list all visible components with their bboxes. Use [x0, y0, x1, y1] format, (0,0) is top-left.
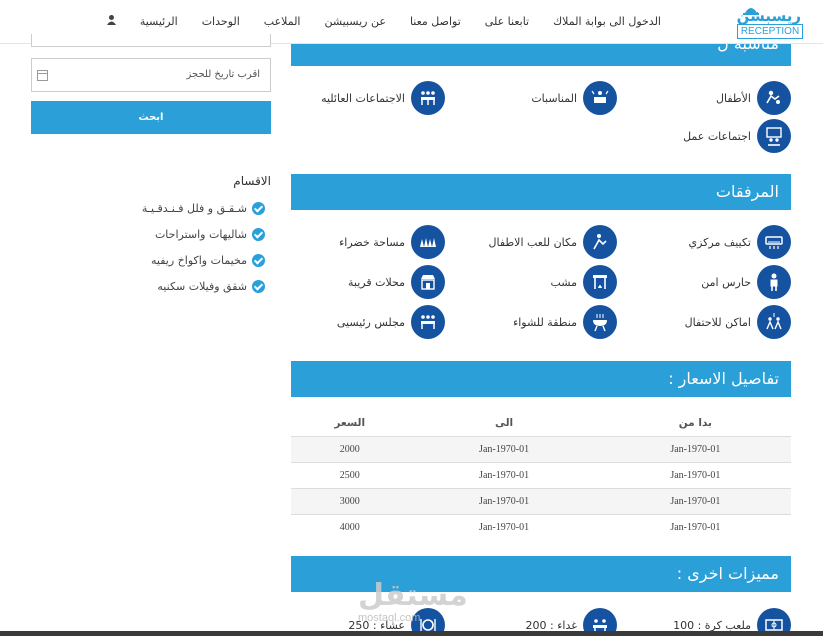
shop-icon: [411, 265, 445, 299]
suitable-header: مناسبة ل: [291, 44, 791, 66]
col-to: الى: [494, 416, 514, 429]
facility-party: اماكن للاحتفال: [685, 305, 791, 339]
table-row: 01-Jan-1970 01-Jan-1970 3000: [291, 487, 791, 514]
previous-field[interactable]: [31, 34, 271, 47]
category-item-camps[interactable]: مخيمات واكواخ ريفيه: [151, 254, 265, 267]
table-row: 01-Jan-1970 01-Jan-1970 4000: [291, 513, 791, 540]
seating-icon: [411, 305, 445, 339]
check-icon: [252, 280, 265, 293]
logo-arabic: ريسبشن: [736, 7, 801, 25]
taskbar-strip: [0, 631, 823, 636]
suitable-title: مناسبة ل: [717, 44, 779, 53]
suitable-item-business: اجتماعات عمل: [683, 119, 791, 153]
booking-date-field[interactable]: اقرب تاريخ للحجز: [31, 58, 271, 92]
watermark-arabic: مستقل: [358, 578, 468, 613]
extras-title: مميزات اخرى :: [676, 564, 779, 583]
col-from: بدا من: [678, 416, 712, 429]
category-item-chalets[interactable]: شاليهات واستراحات: [155, 228, 265, 241]
check-icon: [252, 228, 265, 241]
check-icon: [252, 202, 265, 215]
logo-english: RECEPTION: [737, 24, 803, 39]
nav-units[interactable]: الوحدات: [202, 15, 240, 28]
table-row: 01-Jan-1970 01-Jan-1970 2500: [291, 461, 791, 488]
watermark-domain: mostaql.com: [358, 612, 421, 624]
check-icon: [252, 254, 265, 267]
nav-home[interactable]: الرئيسية: [140, 15, 178, 28]
fireplace-icon: [583, 265, 617, 299]
suitable-item-kids: الأطفال: [716, 81, 791, 115]
table-row: 01-Jan-1970 01-Jan-1970 2000: [291, 435, 791, 462]
facilities-header: المرفقات: [291, 174, 791, 210]
facility-shops: محلات قريبة: [348, 265, 445, 299]
celebration-icon: [583, 81, 617, 115]
facility-bbq: منطقة للشواء: [513, 305, 617, 339]
guard-icon: [757, 265, 791, 299]
nav-contact[interactable]: تواصل معنا: [410, 15, 461, 28]
col-price: السعر: [334, 416, 366, 429]
user-icon[interactable]: [106, 15, 116, 28]
facility-majlis: مجلس رئيسيى: [337, 305, 445, 339]
meeting-icon: [757, 119, 791, 153]
nav-owners-login[interactable]: الدخول الى بوابة الملاك: [553, 15, 661, 28]
main-menu: الرئيسية الوحدات الملاعب عن ريسبيشن تواص…: [97, 15, 661, 28]
nav-fields[interactable]: الملاعب: [264, 15, 301, 28]
facilities-title: المرفقات: [715, 182, 779, 201]
search-button[interactable]: ابحث: [31, 101, 271, 134]
suitable-item-family: الاجتماعات العائليه: [321, 81, 445, 115]
suitable-item-occasions: المناسبات: [531, 81, 617, 115]
family-icon: [411, 81, 445, 115]
categories-title: الاقسام: [233, 174, 271, 188]
prices-header: تفاصيل الاسعار :: [291, 361, 791, 397]
playground-icon: [583, 225, 617, 259]
prices-table: بدا من الى السعر 01-Jan-1970 01-Jan-1970…: [291, 410, 791, 540]
kids-icon: [757, 81, 791, 115]
calendar-icon[interactable]: [37, 70, 48, 81]
air-conditioner-icon: [757, 225, 791, 259]
prices-table-head: بدا من الى السعر: [291, 410, 791, 436]
party-icon: [757, 305, 791, 339]
watermark: مستقل mostaql.com: [358, 578, 468, 624]
facility-playground: مكان للعب الاطفال: [489, 225, 617, 259]
nav-follow[interactable]: تابعنا على: [485, 15, 529, 28]
category-item-residential[interactable]: شقق وفيلات سكنيه: [157, 280, 265, 293]
facility-guard: حارس امن: [701, 265, 791, 299]
facility-ac: تكييف مركزي: [688, 225, 791, 259]
grill-icon: [583, 305, 617, 339]
prices-title: تفاصيل الاسعار :: [668, 369, 779, 388]
facility-green: مساحة خضراء: [339, 225, 445, 259]
site-logo[interactable]: ريسبشن RECEPTION: [737, 5, 803, 39]
facility-fireplace: مشب: [550, 265, 617, 299]
grass-icon: [411, 225, 445, 259]
category-item-hotel-apartments[interactable]: شـقـق و فلل فـنـدقـيـة: [142, 202, 265, 215]
nav-about[interactable]: عن ريسبيشن: [324, 15, 385, 28]
